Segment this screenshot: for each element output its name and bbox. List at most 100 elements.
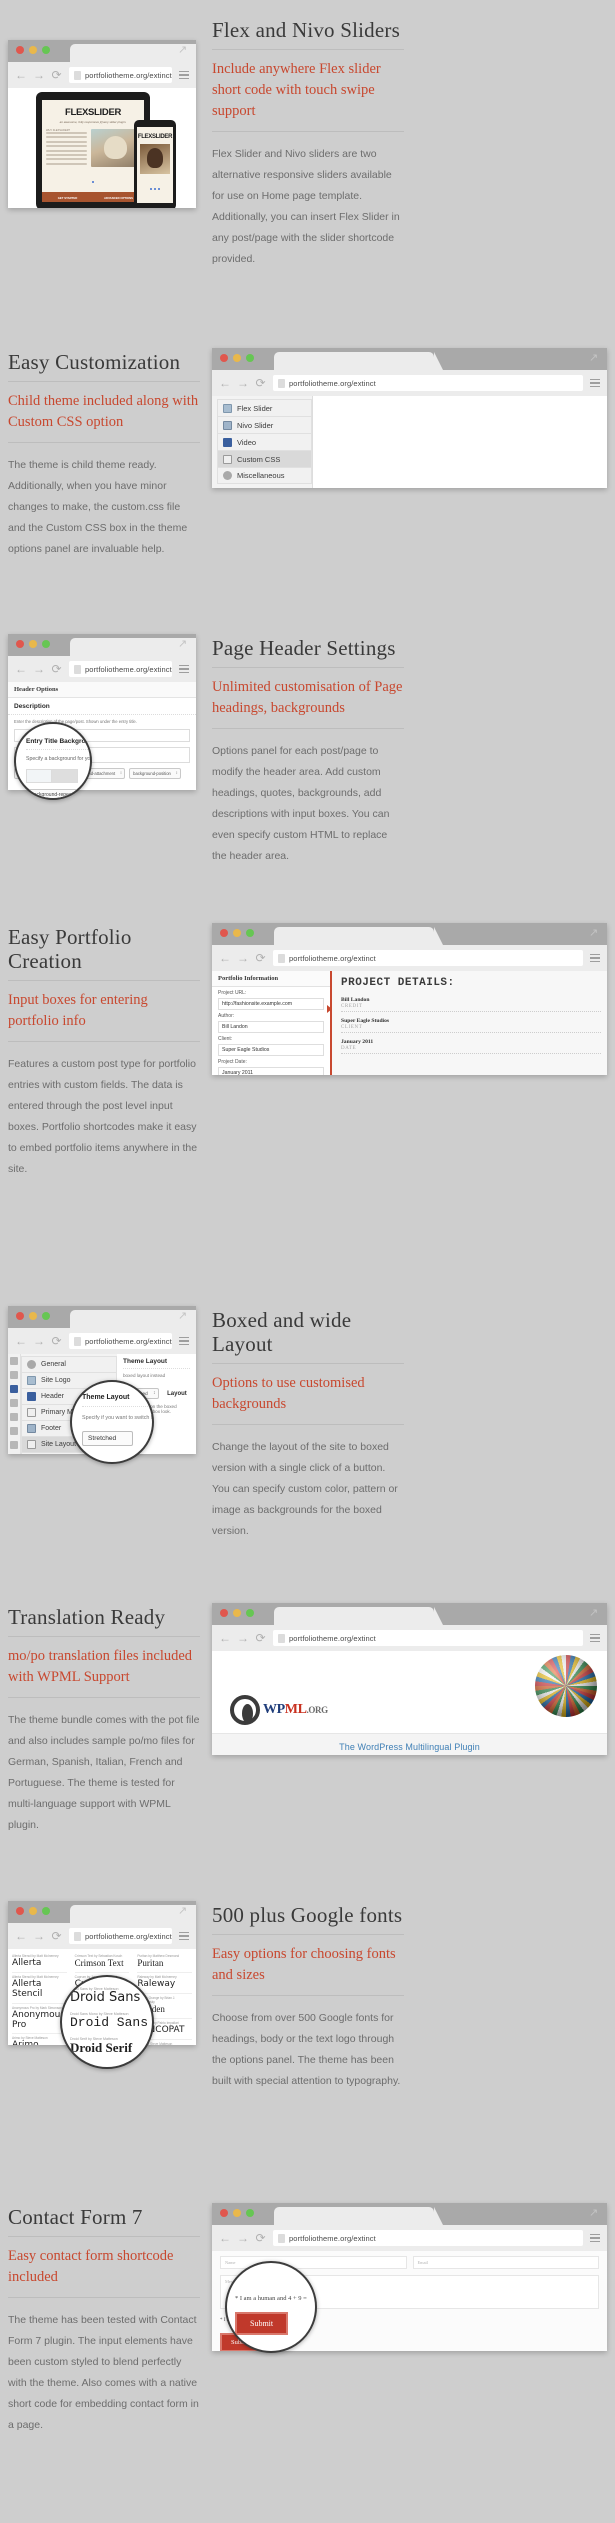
phone-pagination[interactable] xyxy=(137,177,173,195)
hamburger-menu-icon[interactable] xyxy=(179,1930,189,1942)
magnifier-layout-select[interactable]: Stretched xyxy=(82,1431,134,1447)
expand-icon[interactable]: ↗ xyxy=(589,2208,600,2219)
arrow-left-icon[interactable]: ← xyxy=(219,952,231,964)
reload-icon[interactable]: ⟳ xyxy=(51,1930,62,1942)
field-value[interactable]: Bill Landon xyxy=(218,1021,324,1033)
expand-icon[interactable]: ↗ xyxy=(178,639,189,650)
maximize-dot-icon[interactable] xyxy=(42,1907,50,1915)
address-bar[interactable]: portfoliotheme.org/extinct xyxy=(69,1928,172,1944)
maximize-dot-icon[interactable] xyxy=(42,1312,50,1320)
font-item[interactable]: Puritan by Matthew Desmond Puritan xyxy=(137,1952,193,1973)
expand-icon[interactable]: ↗ xyxy=(178,1906,189,1917)
minimize-dot-icon[interactable] xyxy=(29,1907,37,1915)
close-dot-icon[interactable] xyxy=(220,2209,228,2217)
maximize-dot-icon[interactable] xyxy=(42,46,50,54)
minimize-dot-icon[interactable] xyxy=(29,46,37,54)
users-icon[interactable] xyxy=(10,1413,18,1421)
minimize-dot-icon[interactable] xyxy=(233,929,241,937)
arrow-left-icon[interactable]: ← xyxy=(15,663,27,675)
reload-icon[interactable]: ⟳ xyxy=(51,1335,62,1347)
font-item[interactable]: Arimo by Steve MattesonArimo xyxy=(12,2034,67,2045)
field-value[interactable]: http://fashionsite.example.com xyxy=(218,998,324,1010)
hamburger-menu-icon[interactable] xyxy=(179,663,189,675)
arrow-left-icon[interactable]: ← xyxy=(219,377,231,389)
hamburger-menu-icon[interactable] xyxy=(179,1335,189,1347)
window-controls[interactable] xyxy=(220,1609,254,1617)
sidebar-item-general[interactable]: General xyxy=(21,1356,117,1372)
tools-icon[interactable] xyxy=(10,1427,18,1435)
appearance-icon[interactable] xyxy=(10,1385,18,1393)
arrow-right-icon[interactable]: → xyxy=(33,1930,45,1942)
hamburger-menu-icon[interactable] xyxy=(179,69,189,81)
close-dot-icon[interactable] xyxy=(16,46,24,54)
close-dot-icon[interactable] xyxy=(16,640,24,648)
close-dot-icon[interactable] xyxy=(220,929,228,937)
address-bar[interactable]: portfoliotheme.org/extinct xyxy=(273,2230,583,2246)
arrow-right-icon[interactable]: → xyxy=(237,952,249,964)
email-field[interactable]: Email xyxy=(412,2256,599,2269)
close-dot-icon[interactable] xyxy=(220,1609,228,1617)
sidebar-item-miscellaneous[interactable]: Miscellaneous xyxy=(217,467,312,484)
comments-icon[interactable] xyxy=(10,1357,18,1365)
browser-tab[interactable] xyxy=(274,1607,443,1625)
expand-icon[interactable]: ↗ xyxy=(178,1311,189,1322)
arrow-right-icon[interactable]: → xyxy=(237,1632,249,1644)
browser-tab[interactable] xyxy=(274,927,443,945)
arrow-left-icon[interactable]: ← xyxy=(219,1632,231,1644)
minimize-dot-icon[interactable] xyxy=(233,1609,241,1617)
close-dot-icon[interactable] xyxy=(16,1907,24,1915)
sidebar-item-video[interactable]: Video xyxy=(217,433,312,450)
maximize-dot-icon[interactable] xyxy=(246,2209,254,2217)
address-bar[interactable]: portfoliotheme.org/extinct xyxy=(273,950,583,966)
flexslider-pagination[interactable] xyxy=(42,170,144,188)
close-dot-icon[interactable] xyxy=(220,354,228,362)
minimize-dot-icon[interactable] xyxy=(233,354,241,362)
window-controls[interactable] xyxy=(16,1907,50,1915)
font-item[interactable]: Allerta Stencil by Matt McInerney Allerta xyxy=(12,1952,67,1973)
reload-icon[interactable]: ⟳ xyxy=(255,2232,266,2244)
color-swatch[interactable] xyxy=(52,768,78,783)
browser-tab[interactable] xyxy=(274,352,443,370)
plugins-icon[interactable] xyxy=(10,1399,18,1407)
expand-icon[interactable]: ↗ xyxy=(178,45,189,56)
minimize-dot-icon[interactable] xyxy=(29,640,37,648)
background-position-select[interactable]: background-position xyxy=(129,768,181,779)
window-controls[interactable] xyxy=(16,1312,50,1320)
hamburger-menu-icon[interactable] xyxy=(590,1632,600,1644)
window-controls[interactable] xyxy=(16,46,50,54)
maximize-dot-icon[interactable] xyxy=(42,640,50,648)
address-bar[interactable]: portfoliotheme.org/extinct xyxy=(69,661,172,677)
address-bar[interactable]: portfoliotheme.org/extinct xyxy=(273,375,583,391)
expand-icon[interactable]: ↗ xyxy=(589,353,600,364)
sidebar-item-custom-css[interactable]: Custom CSS xyxy=(217,450,312,467)
arrow-left-icon[interactable]: ← xyxy=(15,1335,27,1347)
reload-icon[interactable]: ⟳ xyxy=(255,377,266,389)
window-controls[interactable] xyxy=(16,640,50,648)
hamburger-menu-icon[interactable] xyxy=(590,2232,600,2244)
expand-icon[interactable]: ↗ xyxy=(589,928,600,939)
arrow-left-icon[interactable]: ← xyxy=(219,2232,231,2244)
arrow-right-icon[interactable]: → xyxy=(237,2232,249,2244)
window-controls[interactable] xyxy=(220,929,254,937)
field-value[interactable]: Super Eagle Studios xyxy=(218,1044,324,1056)
reload-icon[interactable]: ⟳ xyxy=(51,663,62,675)
font-item[interactable]: Allerta Stencil by Matt McInerney Allerta… xyxy=(12,1973,67,2004)
color-field[interactable] xyxy=(26,768,52,783)
field-value[interactable]: January 2011 xyxy=(218,1067,324,1075)
arrow-left-icon[interactable]: ← xyxy=(15,1930,27,1942)
hamburger-menu-icon[interactable] xyxy=(590,952,600,964)
window-controls[interactable] xyxy=(220,2209,254,2217)
expand-icon[interactable]: ↗ xyxy=(589,1608,600,1619)
close-dot-icon[interactable] xyxy=(16,1312,24,1320)
font-item[interactable]: Crimson Text by Sebastian Kosch Crimson T… xyxy=(74,1952,130,1973)
minimize-dot-icon[interactable] xyxy=(233,2209,241,2217)
address-bar[interactable]: portfoliotheme.org/extinct xyxy=(273,1630,583,1646)
flexslider-nav-item[interactable]: GET STARTED xyxy=(42,192,93,202)
arrow-right-icon[interactable]: → xyxy=(237,377,249,389)
sidebar-item-nivo-slider[interactable]: Nivo Slider xyxy=(217,416,312,433)
hamburger-menu-icon[interactable] xyxy=(590,377,600,389)
minimize-dot-icon[interactable] xyxy=(29,1312,37,1320)
settings-icon[interactable] xyxy=(10,1441,18,1449)
reload-icon[interactable]: ⟳ xyxy=(51,69,62,81)
magnifier-background-repeat-select[interactable]: background-repeat xyxy=(26,788,86,798)
